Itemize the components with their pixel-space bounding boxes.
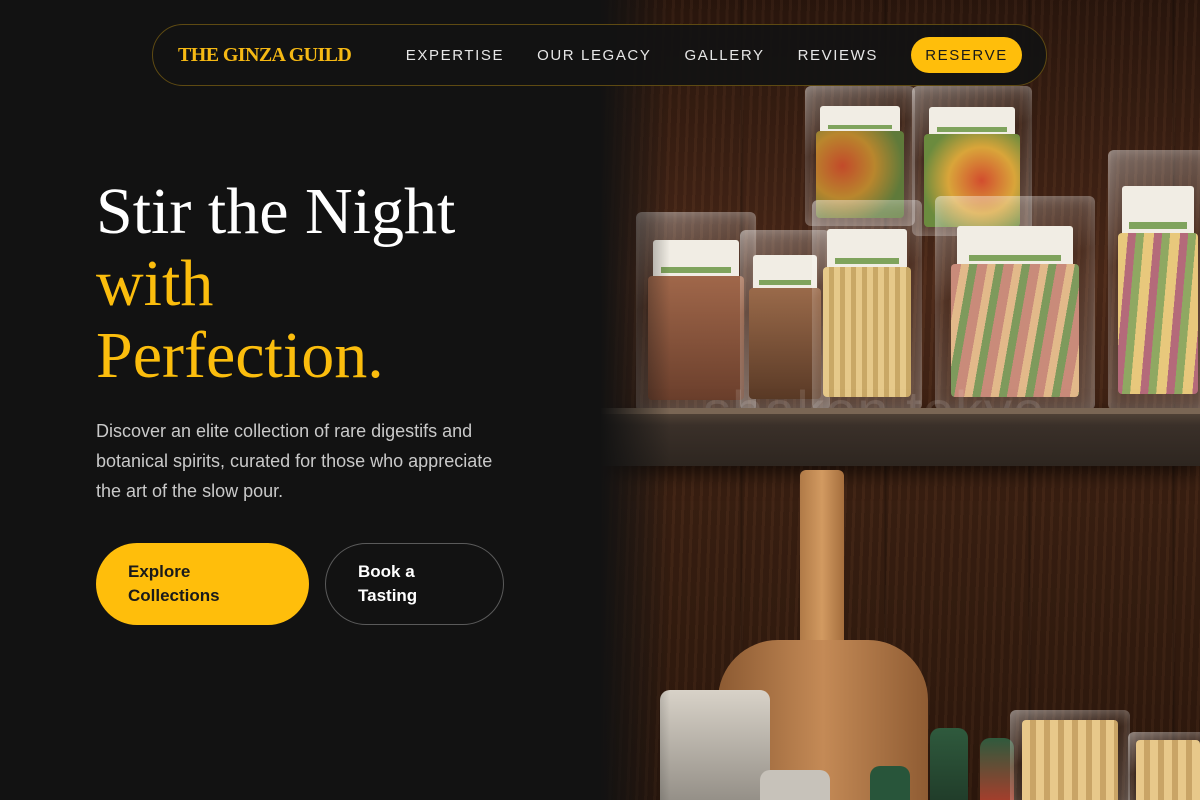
bottle: [930, 728, 968, 800]
jar: [760, 770, 830, 800]
jar: [660, 690, 770, 800]
hero-title-line-1: Stir the Night: [96, 175, 456, 248]
wooden-shelf: [600, 408, 1200, 466]
nav-link-gallery[interactable]: GALLERY: [684, 47, 764, 64]
hero-description: Discover an elite collection of rare dig…: [96, 421, 493, 501]
explore-collections-label: Explore Collections: [128, 562, 220, 605]
pasta-bag: [1108, 150, 1200, 410]
nav-link-reviews[interactable]: REVIEWS: [798, 47, 878, 64]
photo-fade: [600, 0, 670, 800]
brand-logo[interactable]: THE GINZA GUILD: [178, 44, 352, 67]
pasta-bag: [1010, 710, 1130, 800]
nav-links: EXPERTISE OUR LEGACY GALLERY REVIEWS RES…: [406, 37, 1022, 73]
bottle: [980, 738, 1014, 800]
pasta-bag: [1128, 732, 1200, 800]
nav-link-expertise[interactable]: EXPERTISE: [406, 47, 504, 64]
hero-title-line-3: Perfection.: [96, 319, 384, 392]
hero-title-line-2: with: [96, 247, 214, 320]
bottle: [870, 766, 910, 800]
hero-title: Stir the Night with Perfection.: [96, 176, 455, 392]
book-tasting-button[interactable]: Book a Tasting: [325, 543, 504, 625]
reserve-button[interactable]: RESERVE: [911, 37, 1022, 73]
book-tasting-label: Book a Tasting: [358, 562, 418, 605]
nav-link-our-legacy[interactable]: OUR LEGACY: [537, 47, 651, 64]
hero-photo: shaken.tokyo: [600, 0, 1200, 800]
top-navbar: THE GINZA GUILD EXPERTISE OUR LEGACY GAL…: [152, 24, 1047, 86]
explore-collections-button[interactable]: Explore Collections: [96, 543, 309, 625]
